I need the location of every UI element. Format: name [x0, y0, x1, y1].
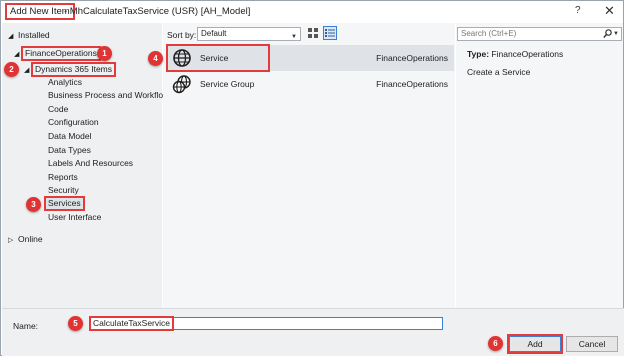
item-description: Create a Service: [467, 67, 531, 77]
chevron-down-icon: ▼: [291, 34, 297, 40]
help-button[interactable]: ?: [575, 5, 581, 16]
list-item-service-group[interactable]: Service Group FinanceOperations: [168, 71, 454, 97]
sort-by-dropdown[interactable]: Default ▼: [197, 27, 301, 41]
add-new-item-dialog: Add New Item - MhCalculateTaxService (US…: [0, 0, 624, 356]
tree-item-online[interactable]: Online: [18, 234, 43, 245]
list-item-category: FinanceOperations: [376, 53, 448, 63]
tree-item-reports[interactable]: Reports: [48, 172, 78, 183]
collapse-arrow-icon[interactable]: ◢: [24, 66, 29, 74]
tree-item-data-types[interactable]: Data Types: [48, 145, 91, 156]
title-bar: Add New Item - MhCalculateTaxService (US…: [1, 1, 623, 23]
tree-item-analytics[interactable]: Analytics: [48, 77, 82, 88]
add-highlight: [507, 334, 563, 354]
callout-badge-1: 1: [97, 46, 112, 61]
search-placeholder: Search (Ctrl+E): [461, 29, 517, 38]
callout-badge-4: 4: [148, 51, 163, 66]
search-icon[interactable]: [603, 29, 612, 39]
callout-badge-6: 6: [488, 336, 503, 351]
tree-item-business-process[interactable]: Business Process and Workflow: [48, 90, 169, 101]
type-info: Type: FinanceOperations: [467, 49, 563, 59]
sort-by-value: Default: [201, 29, 227, 38]
close-button[interactable]: ✕: [604, 3, 615, 19]
details-pane: [456, 23, 623, 308]
expand-arrow-icon[interactable]: ▷: [8, 236, 13, 244]
tree-item-data-model[interactable]: Data Model: [48, 131, 91, 142]
tree-item-security[interactable]: Security: [48, 185, 79, 196]
grid-view-icon[interactable]: [308, 28, 319, 39]
list-item-category: FinanceOperations: [376, 79, 448, 89]
cancel-button[interactable]: Cancel: [566, 336, 618, 352]
search-dropdown-icon[interactable]: ▼: [613, 28, 619, 40]
tree-item-labels-and-resources[interactable]: Labels And Resources: [48, 158, 133, 169]
collapse-arrow-icon[interactable]: ◢: [14, 50, 19, 58]
name-label: Name:: [13, 321, 39, 331]
sort-by-label: Sort by:: [167, 30, 197, 40]
list-view-button[interactable]: [323, 26, 337, 40]
type-label: Type:: [467, 49, 490, 59]
list-view-icon: [325, 29, 335, 37]
tree-item-configuration[interactable]: Configuration: [48, 117, 99, 128]
dialog-subtitle: - MhCalculateTaxService (USR) [AH_Model]: [64, 6, 251, 17]
search-input[interactable]: Search (Ctrl+E) ▼: [457, 27, 622, 41]
tree-item-finance-operations[interactable]: FinanceOperations: [21, 46, 101, 61]
callout-badge-2: 2: [4, 62, 19, 77]
tree-item-services[interactable]: Services: [44, 196, 85, 211]
tree-item-installed[interactable]: Installed: [18, 30, 50, 41]
selection-highlight: [166, 44, 270, 72]
type-value: FinanceOperations: [491, 49, 564, 59]
callout-badge-5: 5: [68, 316, 83, 331]
name-input-value[interactable]: CalculateTaxService: [89, 316, 175, 331]
tree-item-code[interactable]: Code: [48, 104, 68, 115]
globe-group-icon: [172, 75, 191, 94]
collapse-arrow-icon[interactable]: ◢: [8, 32, 13, 40]
list-item-name: Service Group: [200, 79, 255, 89]
tree-item-user-interface[interactable]: User Interface: [48, 212, 101, 223]
tree-item-dynamics-365-items[interactable]: Dynamics 365 Items: [31, 62, 116, 77]
callout-badge-3: 3: [26, 197, 41, 212]
